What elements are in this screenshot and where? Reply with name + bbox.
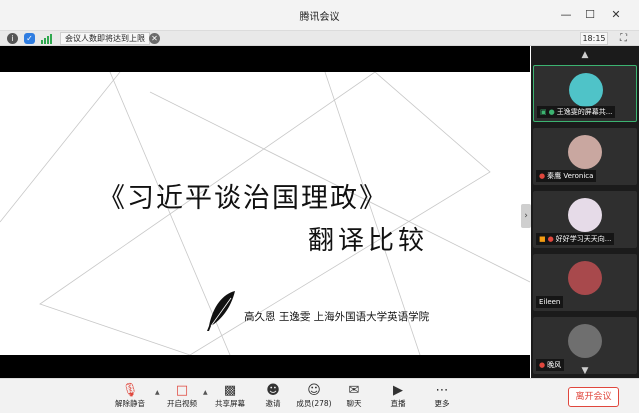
participant-name: 秦鹰 Veronica [547, 172, 594, 180]
more-label: 更多 [434, 399, 450, 408]
shared-screen-area[interactable]: 《习近平谈治国理政》 翻译比较 高久恩 王逸雯 上海外国语大学英语学院 [0, 46, 530, 378]
screen-share-icon: ▣ [540, 108, 547, 116]
participant-name: 好好学习天天向... [555, 235, 612, 243]
live-label: 直播 [390, 399, 406, 408]
participant-name-bar: ■ ● 好好学习天天向... [536, 233, 615, 245]
mic-muted-icon: ● [547, 235, 554, 243]
participant-name-bar: Eileen [536, 296, 564, 308]
audio-options-caret-icon[interactable]: ▲ [155, 389, 160, 396]
participant-tile[interactable]: ▣ ● 王逸雯的屏幕共... [533, 65, 637, 122]
share-screen-label: 共享屏幕 [215, 399, 245, 408]
mic-muted-icon: ● [539, 172, 546, 180]
scroll-up-icon[interactable]: ▲ [531, 48, 639, 62]
chat-icon: ✉ [348, 383, 360, 398]
maximize-icon[interactable]: ☐ [581, 6, 599, 24]
video-options-caret-icon[interactable]: ▲ [203, 389, 208, 396]
fullscreen-icon[interactable]: ⛶ [617, 32, 630, 45]
collapse-panel-button[interactable]: › [521, 204, 531, 228]
feather-icon [207, 291, 235, 331]
slide-title: 《习近平谈治国理政》 [98, 183, 388, 214]
members-icon: ☺ [307, 383, 321, 398]
avatar [568, 261, 602, 295]
host-icon: ■ [539, 235, 546, 243]
meeting-toolbar: 🎙 解除静音 ▲ □ 开启视频 ▲ ▩ 共享屏幕 ☻ 邀请 ☺ 成员(278) … [0, 378, 639, 413]
participant-tile[interactable]: ■ ● 好好学习天天向... [533, 191, 637, 248]
more-button[interactable]: ⋯ 更多 [420, 382, 464, 412]
meeting-timer: 18:15 [580, 32, 608, 45]
participant-panel: ▲ ▣ ● 王逸雯的屏幕共... ● 秦鹰 Veronica ■ ● 好好学习天天向...… [531, 46, 639, 378]
avatar [568, 324, 602, 358]
mic-muted-icon: 🎙 [121, 383, 139, 398]
meeting-window: 腾讯会议 — ☐ ✕ i ✓ 会议人数即将达到上限 ✕ 18:15 ⛶ 《习近平… [0, 0, 639, 413]
participant-name-bar: ● 秦鹰 Veronica [536, 170, 597, 182]
avatar [568, 135, 602, 169]
presentation-slide: 《习近平谈治国理政》 翻译比较 高久恩 王逸雯 上海外国语大学英语学院 [0, 72, 530, 355]
unmute-label: 解除静音 [115, 399, 145, 408]
invite-icon: ☻ [266, 383, 280, 398]
shield-icon[interactable]: ✓ [24, 33, 35, 44]
close-icon[interactable]: ✕ [607, 6, 625, 24]
start-video-label: 开启视频 [167, 399, 197, 408]
meeting-info-bar: i ✓ 会议人数即将达到上限 ✕ 18:15 ⛶ [0, 30, 639, 46]
info-icon[interactable]: i [7, 33, 18, 44]
participant-name: Eileen [539, 298, 561, 306]
start-video-button[interactable]: □ 开启视频 [160, 382, 204, 412]
members-label: 成员(278) [296, 399, 332, 408]
invite-button[interactable]: ☻ 邀请 [251, 382, 295, 412]
mic-on-icon: ● [548, 108, 555, 116]
video-off-icon: □ [175, 383, 189, 398]
title-bar: 腾讯会议 — ☐ ✕ [0, 0, 639, 30]
participant-tile[interactable]: Eileen [533, 254, 637, 311]
scroll-down-icon[interactable]: ▼ [531, 364, 639, 378]
share-screen-button[interactable]: ▩ 共享屏幕 [208, 382, 252, 412]
members-button[interactable]: ☺ 成员(278) [292, 382, 336, 412]
unmute-button[interactable]: 🎙 解除静音 [108, 382, 152, 412]
avatar [569, 73, 603, 107]
signal-icon[interactable] [41, 33, 52, 44]
more-icon: ⋯ [435, 383, 449, 398]
chat-label: 聊天 [346, 399, 362, 408]
slide-subtitle: 翻译比较 [308, 226, 429, 256]
invite-label: 邀请 [265, 399, 281, 408]
slide-authors: 高久恩 王逸雯 上海外国语大学英语学院 [244, 311, 430, 323]
leave-meeting-button[interactable]: 离开会议 [568, 387, 619, 407]
live-button[interactable]: ▶ 直播 [376, 382, 420, 412]
capacity-notice: 会议人数即将达到上限 [60, 32, 150, 45]
participant-name-bar: ▣ ● 王逸雯的屏幕共... [537, 106, 616, 118]
avatar [568, 198, 602, 232]
participant-name: 王逸雯的屏幕共... [556, 108, 613, 116]
participant-tile[interactable]: ● 秦鹰 Veronica [533, 128, 637, 185]
share-screen-icon: ▩ [223, 383, 237, 398]
chat-button[interactable]: ✉ 聊天 [332, 382, 376, 412]
live-icon: ▶ [393, 383, 403, 398]
minimize-icon[interactable]: — [557, 6, 575, 24]
window-title: 腾讯会议 [299, 12, 340, 23]
close-notice-icon[interactable]: ✕ [149, 33, 160, 44]
